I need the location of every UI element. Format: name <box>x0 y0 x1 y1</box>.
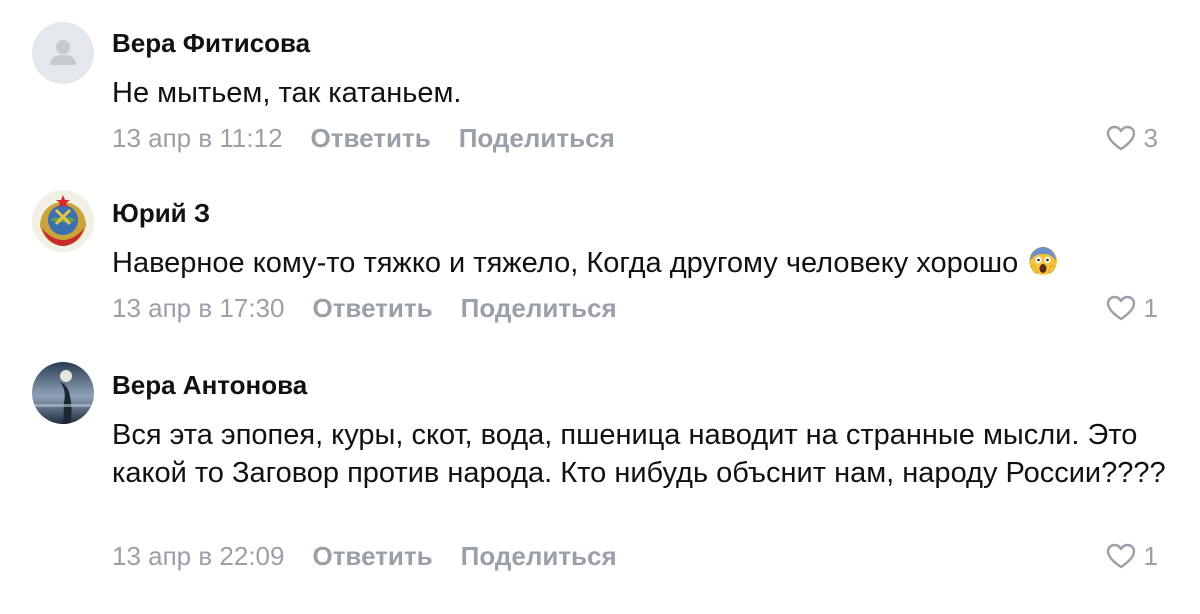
ussr-emblem-icon <box>32 190 94 252</box>
comment-meta: 13 апр в 11:12 Ответить Поделиться <box>112 122 643 154</box>
comment-text-body: Наверное кому-то тяжко и тяжело, Когда д… <box>112 247 1019 279</box>
avatar[interactable] <box>32 22 94 84</box>
comment-date[interactable]: 13 апр в 22:09 <box>112 541 284 572</box>
photo-avatar-icon <box>32 362 94 424</box>
like-count: 3 <box>1143 122 1158 153</box>
comment-date[interactable]: 13 апр в 11:12 <box>112 123 283 154</box>
comment-author[interactable]: Вера Антонова <box>112 370 307 401</box>
avatar[interactable] <box>32 362 94 424</box>
heart-icon <box>1106 295 1135 321</box>
share-button[interactable]: Поделиться <box>461 293 617 324</box>
comment-meta: 13 апр в 22:09 Ответить Поделиться <box>112 540 645 572</box>
reply-button[interactable]: Ответить <box>311 123 431 154</box>
comment-text: Вся эта эпопея, куры, скот, вода, пшениц… <box>112 419 1166 489</box>
like-button[interactable]: 3 <box>1106 122 1158 154</box>
avatar[interactable] <box>32 190 94 252</box>
heart-icon <box>1106 125 1135 151</box>
comment-meta: 13 апр в 17:30 Ответить Поделиться <box>112 292 645 324</box>
heart-icon <box>1106 543 1135 569</box>
like-button[interactable]: 1 <box>1106 540 1158 572</box>
face-screaming-in-fear-emoji <box>1029 247 1058 275</box>
like-button[interactable]: 1 <box>1106 292 1158 324</box>
comment-date[interactable]: 13 апр в 17:30 <box>112 293 284 324</box>
comment-author[interactable]: Юрий З <box>112 198 210 229</box>
comment-text: Не мытьем, так катаньем. <box>112 77 462 109</box>
share-button[interactable]: Поделиться <box>459 123 615 154</box>
like-count: 1 <box>1143 292 1158 323</box>
reply-button[interactable]: Ответить <box>312 293 432 324</box>
reply-button[interactable]: Ответить <box>312 541 432 572</box>
like-count: 1 <box>1143 540 1158 571</box>
comment-author[interactable]: Вера Фитисова <box>112 28 310 59</box>
placeholder-user-icon <box>32 22 94 84</box>
comment-text: Наверное кому-то тяжко и тяжело, Когда д… <box>112 244 1172 282</box>
share-button[interactable]: Поделиться <box>461 541 617 572</box>
